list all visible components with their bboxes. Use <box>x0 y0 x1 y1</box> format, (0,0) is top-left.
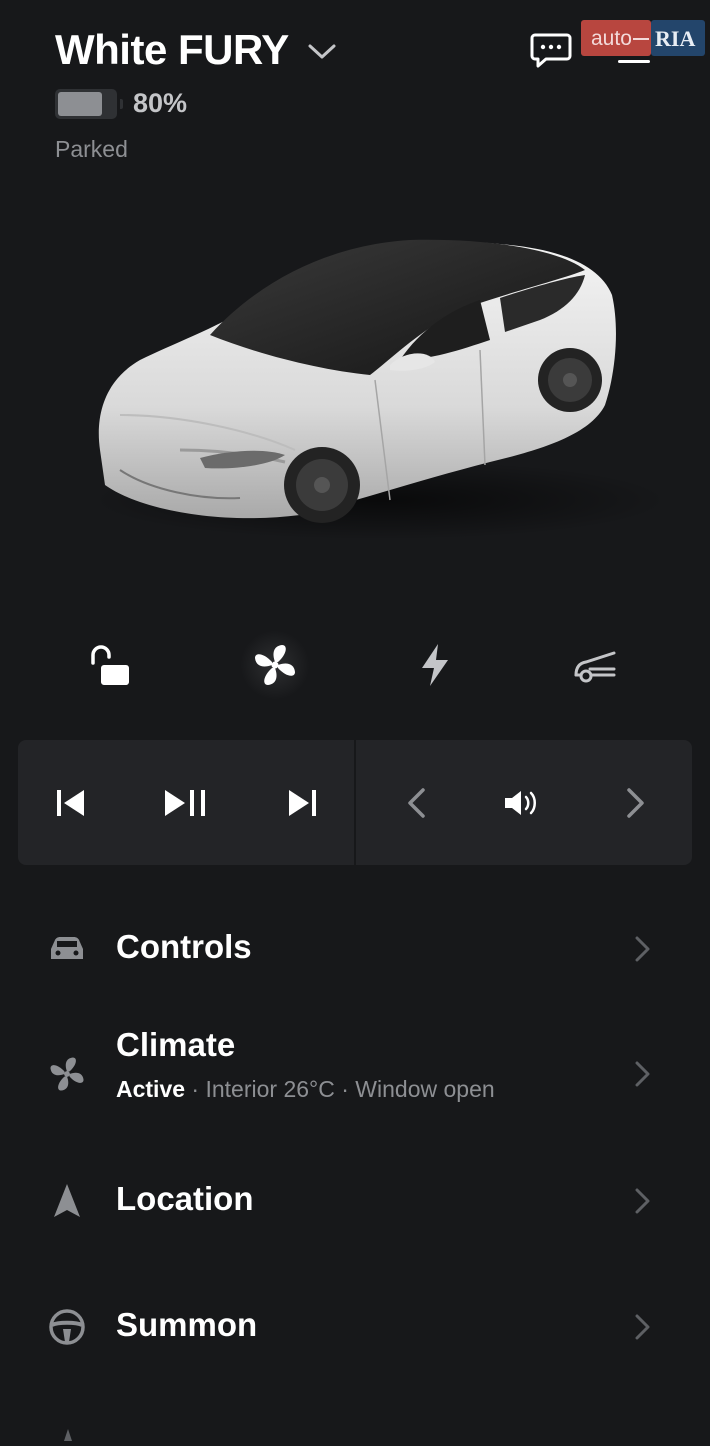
climate-detail: · Interior 26°C · Window open <box>185 1076 495 1102</box>
car-image <box>60 200 670 560</box>
messages-button[interactable] <box>530 32 572 70</box>
auto-ria-watermark-logo: auto RIA <box>581 20 705 58</box>
unlock-icon <box>91 645 129 685</box>
car-name: White FURY <box>55 26 289 73</box>
menu-item-climate[interactable]: Climate Active · Interior 26°C · Window … <box>0 1020 710 1130</box>
play-pause-button[interactable] <box>160 777 212 829</box>
media-divider <box>354 740 356 865</box>
menu-item-label: Controls <box>116 928 252 965</box>
chevron-right-icon <box>630 934 654 964</box>
chevron-right-icon <box>630 1186 654 1216</box>
frunk-button[interactable] <box>560 630 630 700</box>
svg-text:RIA: RIA <box>655 26 695 51</box>
chevron-right-icon <box>630 1312 654 1342</box>
menu-item-location[interactable]: Location <box>0 1162 710 1242</box>
lightning-icon <box>422 644 448 686</box>
navigation-arrow-icon <box>46 1180 88 1222</box>
partial-next-item-icon <box>56 1428 80 1441</box>
car-name-selector[interactable]: White FURY <box>55 26 337 74</box>
svg-text:auto: auto <box>591 27 632 50</box>
charge-button[interactable] <box>400 630 470 700</box>
climate-status-line: Active · Interior 26°C · Window open <box>116 1076 495 1103</box>
volume-icon <box>505 791 536 815</box>
battery-fill <box>58 91 102 116</box>
chevron-right-icon <box>627 788 644 818</box>
car-icon <box>46 928 88 970</box>
chat-bubble-icon <box>530 33 572 68</box>
source-next-button[interactable] <box>610 777 662 829</box>
skip-previous-icon <box>57 790 84 816</box>
climate-status: Active <box>116 1076 186 1102</box>
media-controls <box>18 740 692 865</box>
frunk-icon <box>574 651 616 683</box>
source-previous-button[interactable] <box>390 777 442 829</box>
volume-button[interactable] <box>496 777 548 829</box>
fan-icon <box>46 1053 88 1095</box>
battery-percent: 80% <box>133 88 188 118</box>
vehicle-status: Parked <box>55 136 128 162</box>
next-track-button[interactable] <box>276 777 328 829</box>
menu-item-label: Summon <box>116 1306 258 1343</box>
unlock-button[interactable] <box>76 630 146 700</box>
chevron-down-icon <box>308 44 336 59</box>
battery-icon <box>55 88 123 119</box>
previous-track-button[interactable] <box>45 777 97 829</box>
menu-item-controls[interactable]: Controls <box>0 910 710 990</box>
fan-icon <box>255 645 295 685</box>
menu-item-label: Location <box>116 1180 254 1217</box>
climate-quick-button[interactable] <box>240 630 310 700</box>
chevron-right-icon <box>630 1059 654 1089</box>
chevron-left-icon <box>408 788 425 818</box>
skip-next-icon <box>289 790 316 816</box>
menu-item-summon[interactable]: Summon <box>0 1288 710 1368</box>
battery-status: 80% <box>55 88 187 119</box>
menu-item-label: Climate <box>116 1026 236 1063</box>
steering-wheel-icon <box>46 1306 88 1348</box>
play-pause-icon <box>165 790 205 816</box>
